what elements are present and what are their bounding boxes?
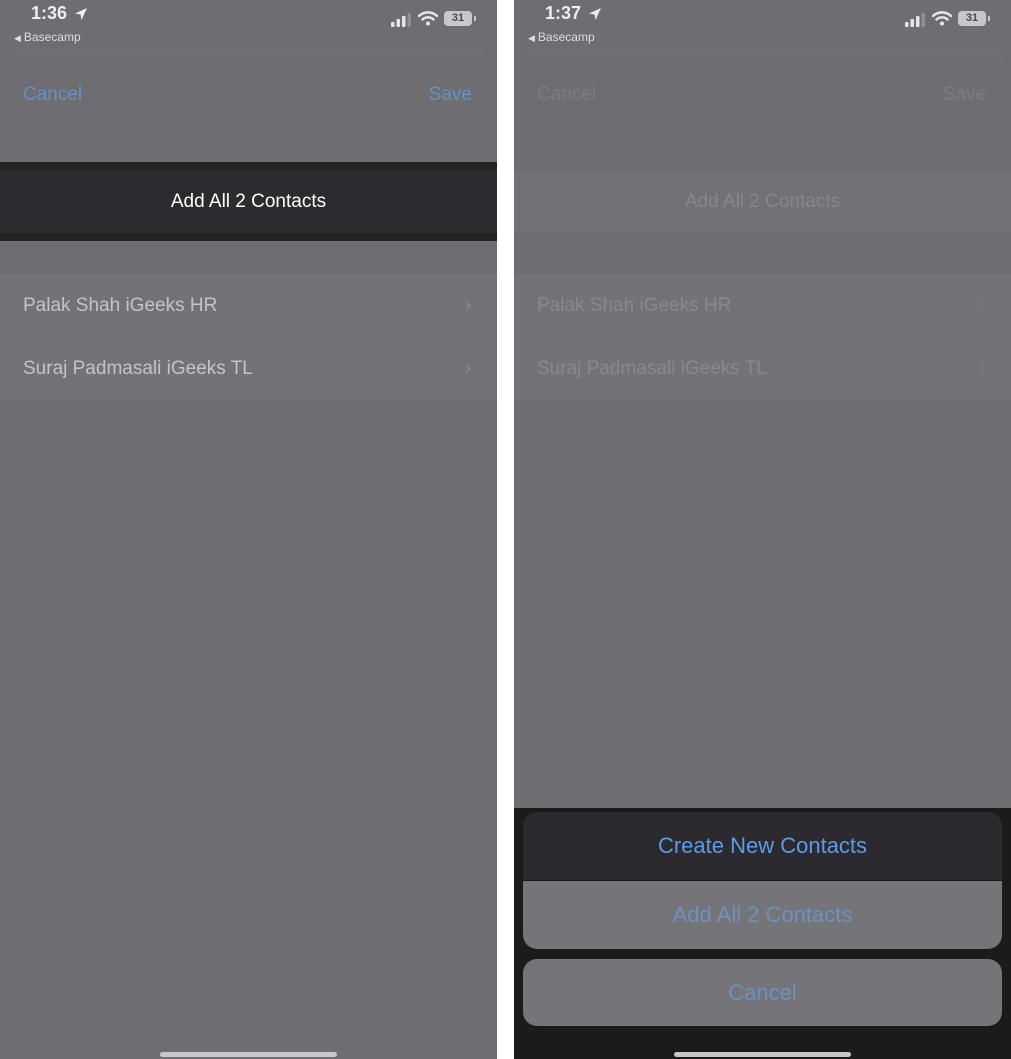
chevron-right-icon: › — [465, 358, 471, 378]
add-all-contacts-action[interactable]: Add All 2 Contacts — [523, 881, 1002, 949]
contact-name: Palak Shah iGeeks HR — [537, 295, 732, 316]
contact-name: Suraj Padmasali iGeeks TL — [537, 358, 767, 379]
cancel-button[interactable]: Cancel — [537, 84, 596, 106]
back-app-label: Basecamp — [537, 30, 595, 44]
phone-screen-right: 1:37 ◀ Basecamp 31 Cancel Save Add All 2 … — [514, 0, 1011, 1059]
wifi-icon — [932, 11, 952, 26]
back-triangle-icon: ◀ — [528, 33, 535, 43]
save-button[interactable]: Save — [943, 84, 986, 106]
location-arrow-icon — [75, 8, 87, 20]
cellular-signal-icon — [905, 13, 925, 27]
chevron-right-icon: › — [979, 295, 985, 315]
sheet-top-edge — [522, 48, 1003, 62]
contact-row[interactable]: Suraj Padmasali iGeeks TL › — [0, 337, 497, 400]
contact-row[interactable]: Palak Shah iGeeks HR › — [0, 274, 497, 337]
add-all-contacts-button[interactable]: Add All 2 Contacts — [0, 162, 497, 241]
contact-name: Palak Shah iGeeks HR — [23, 295, 218, 316]
save-button[interactable]: Save — [429, 84, 472, 106]
create-new-contacts-button[interactable]: Create New Contacts — [523, 812, 1002, 880]
add-all-contacts-label: Add All 2 Contacts — [0, 170, 497, 233]
contact-name: Suraj Padmasali iGeeks TL — [23, 358, 253, 379]
home-indicator[interactable] — [160, 1052, 337, 1057]
action-sheet-cancel-button[interactable]: Cancel — [523, 959, 1002, 1026]
chevron-right-icon: › — [979, 358, 985, 378]
phone-screen-left: 1:36 ◀ Basecamp 31 Cancel Save Add All 2 … — [0, 0, 497, 1059]
back-triangle-icon: ◀ — [14, 33, 21, 43]
action-sheet: Create New Contacts Add All 2 Contacts C… — [514, 808, 1011, 1059]
wifi-icon — [418, 11, 438, 26]
sheet-top-edge — [8, 48, 489, 62]
contact-list: Palak Shah iGeeks HR › Suraj Padmasali i… — [0, 274, 497, 400]
back-to-app-link[interactable]: ◀ Basecamp — [528, 30, 595, 44]
back-app-label: Basecamp — [23, 30, 81, 44]
contact-row[interactable]: Suraj Padmasali iGeeks TL › — [514, 337, 1011, 400]
battery-icon: 31 — [958, 11, 990, 26]
contact-list: Palak Shah iGeeks HR › Suraj Padmasali i… — [514, 274, 1011, 400]
location-arrow-icon — [589, 8, 601, 20]
back-to-app-link[interactable]: ◀ Basecamp — [14, 30, 81, 44]
chevron-right-icon: › — [465, 295, 471, 315]
status-time: 1:37 — [545, 3, 582, 23]
action-sheet-options: Create New Contacts Add All 2 Contacts — [523, 812, 1002, 949]
status-bar: 1:37 ◀ Basecamp 31 — [514, 0, 1011, 48]
battery-icon: 31 — [444, 11, 476, 26]
add-all-contacts-button[interactable]: Add All 2 Contacts — [514, 172, 1011, 232]
contact-row[interactable]: Palak Shah iGeeks HR › — [514, 274, 1011, 337]
status-time: 1:36 — [31, 3, 68, 23]
home-indicator[interactable] — [674, 1052, 851, 1057]
cancel-button[interactable]: Cancel — [23, 84, 82, 106]
status-bar: 1:36 ◀ Basecamp 31 — [0, 0, 497, 48]
cellular-signal-icon — [391, 13, 411, 27]
